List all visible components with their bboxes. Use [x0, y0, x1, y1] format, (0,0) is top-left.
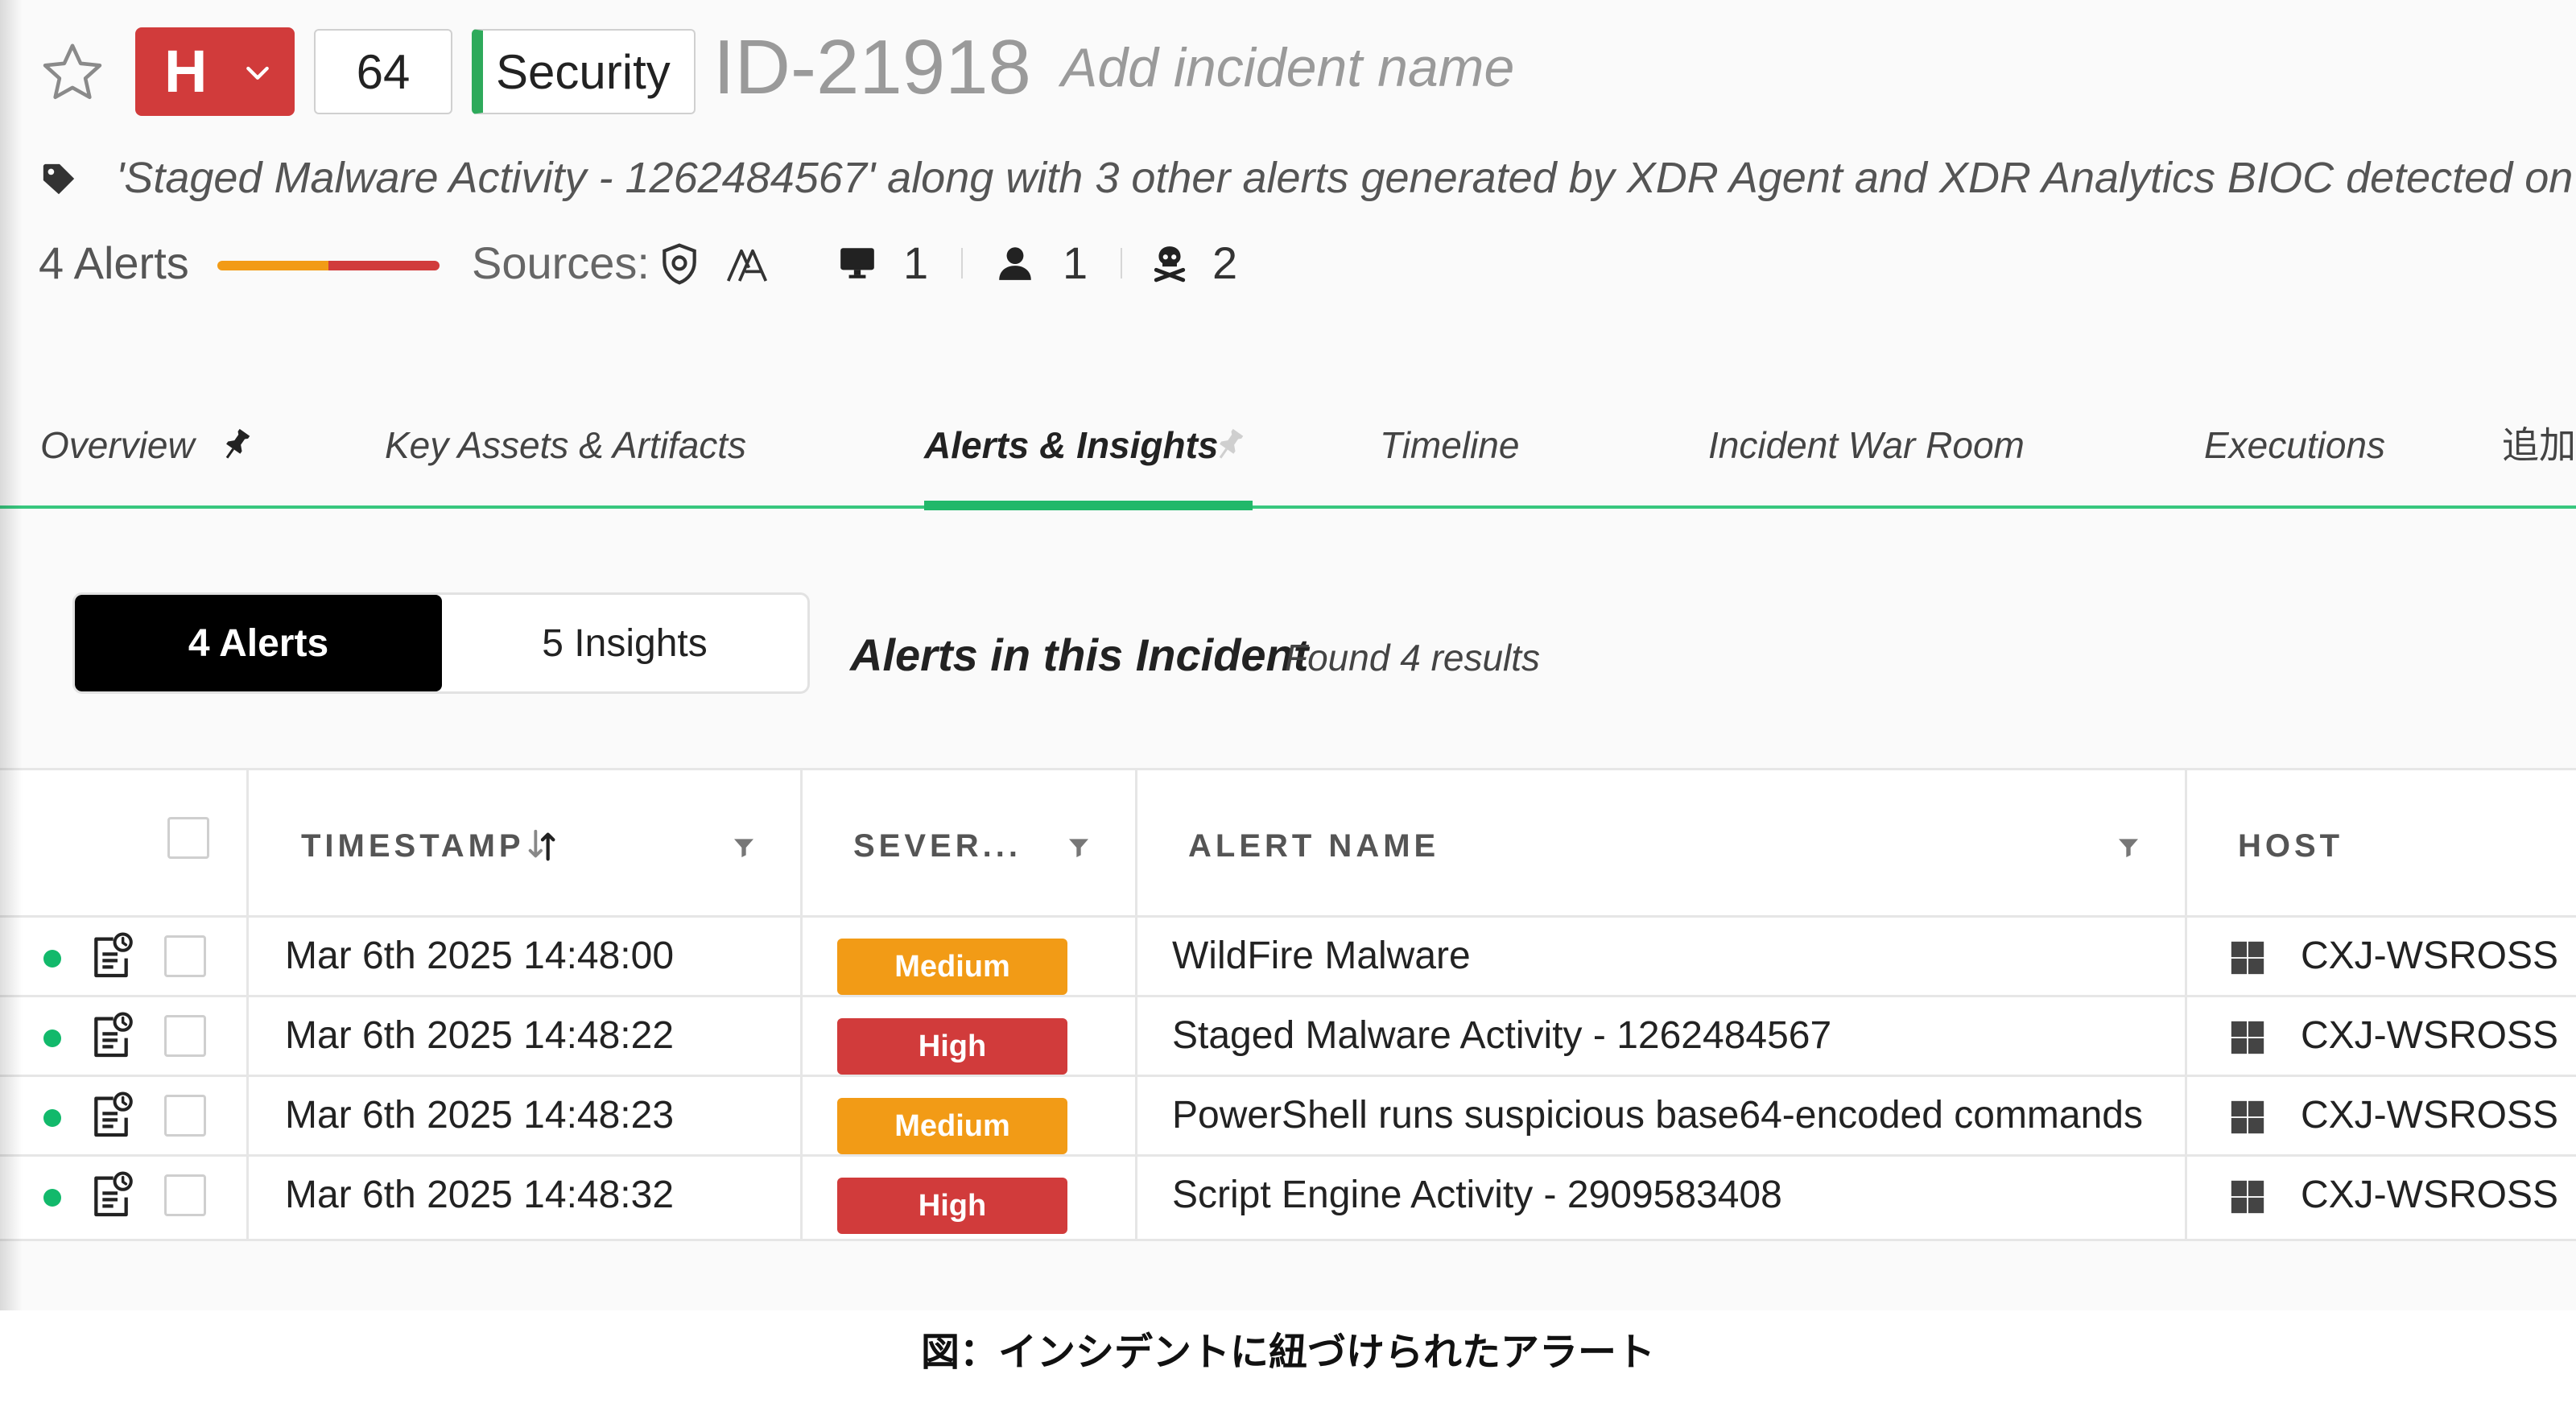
- incident-score[interactable]: 64: [314, 29, 452, 114]
- tabs-divider: [0, 505, 2576, 509]
- insights-toggle-button[interactable]: 5 Insights: [442, 595, 807, 691]
- incident-type[interactable]: Security: [472, 29, 696, 114]
- incident-name-input[interactable]: Add incident name: [1061, 35, 1514, 100]
- filter-icon[interactable]: [1066, 835, 1092, 860]
- malware-count: 2: [1212, 237, 1238, 288]
- table-row[interactable]: Mar 6th 2025 14:48:32 High Script Engine…: [0, 1157, 2576, 1234]
- section-title: Alerts in this Incident: [850, 629, 1309, 680]
- row-checkbox[interactable]: [164, 1095, 206, 1137]
- users-count: 1: [1063, 237, 1088, 288]
- column-header-severity[interactable]: SEVER...: [853, 823, 1022, 869]
- pin-icon[interactable]: [1211, 427, 1248, 464]
- severity-badge: High: [837, 1178, 1067, 1234]
- skull-crossbones-icon: [1154, 246, 1186, 283]
- severity-letter: H: [164, 38, 208, 105]
- figure-caption: 図：インシデントに紐づけられたアラート: [920, 1330, 1655, 1375]
- favorite-star-icon[interactable]: [39, 39, 106, 106]
- xdr-agent-shield-icon: [663, 243, 696, 285]
- tag-icon: [43, 163, 75, 195]
- alert-name-cell[interactable]: Staged Malware Activity - 1262484567: [1172, 1009, 1831, 1063]
- tab-executions[interactable]: Executions: [2204, 415, 2385, 475]
- tab-war-room[interactable]: Incident War Room: [1708, 415, 2025, 475]
- chevron-down-icon: [246, 66, 269, 80]
- status-dot: [43, 1109, 61, 1127]
- hosts-count: 1: [903, 237, 929, 288]
- incident-page: H 64 Security ID-21918 Add incident name…: [0, 0, 2576, 1310]
- active-tab-indicator: [924, 501, 1253, 510]
- timestamp-cell: Mar 6th 2025 14:48:22: [285, 1014, 675, 1057]
- host-cell[interactable]: CXJ-WSROSS: [2301, 1088, 2558, 1143]
- tab-key-assets[interactable]: Key Assets & Artifacts: [385, 415, 746, 475]
- tab-add[interactable]: 追加: [2502, 415, 2576, 475]
- alert-details-icon[interactable]: [85, 1010, 137, 1062]
- alerts-table: TIMESTAMP SEVER... ALERT NAME HOST Mar 6…: [0, 768, 2576, 1241]
- host-cell[interactable]: CXJ-WSROSS: [2301, 1168, 2558, 1223]
- sources-label: Sources:: [472, 237, 650, 288]
- table-row[interactable]: Mar 6th 2025 14:48:00 Medium WildFire Ma…: [0, 918, 2576, 995]
- user-icon: [999, 247, 1031, 280]
- alert-name-cell[interactable]: WildFire Malware: [1172, 929, 1471, 984]
- timestamp-cell: Mar 6th 2025 14:48:23: [285, 1094, 675, 1137]
- timestamp-cell: Mar 6th 2025 14:48:00: [285, 935, 675, 977]
- severity-badge: Medium: [837, 939, 1067, 995]
- table-row[interactable]: Mar 6th 2025 14:48:23 Medium PowerShell …: [0, 1077, 2576, 1154]
- results-count: Found 4 results: [1285, 637, 1541, 679]
- column-header-timestamp[interactable]: TIMESTAMP: [301, 823, 525, 869]
- alert-details-icon[interactable]: [85, 1090, 137, 1141]
- table-row[interactable]: Mar 6th 2025 14:48:22 High Staged Malwar…: [0, 997, 2576, 1075]
- windows-icon: [2231, 1180, 2264, 1214]
- incident-description: 'Staged Malware Activity - 1262484567' a…: [116, 154, 2576, 202]
- timestamp-cell: Mar 6th 2025 14:48:32: [285, 1174, 675, 1216]
- xdr-analytics-icon: [726, 249, 768, 282]
- alert-details-icon[interactable]: [85, 930, 137, 982]
- row-checkbox[interactable]: [164, 935, 206, 977]
- row-checkbox[interactable]: [164, 1174, 206, 1216]
- alert-name-cell[interactable]: Script Engine Activity - 2909583408: [1172, 1168, 1782, 1223]
- select-all-checkbox[interactable]: [167, 817, 209, 859]
- column-header-alert-name[interactable]: ALERT NAME: [1188, 823, 1439, 869]
- incident-id: ID-21918: [713, 24, 1031, 110]
- stat-divider: [961, 248, 963, 279]
- filter-icon[interactable]: [2116, 835, 2141, 860]
- column-header-host[interactable]: HOST: [2238, 823, 2343, 869]
- row-checkbox[interactable]: [164, 1015, 206, 1057]
- alert-name-cell[interactable]: PowerShell runs suspicious base64-encode…: [1172, 1088, 2143, 1143]
- tab-alerts-insights[interactable]: Alerts & Insights: [924, 415, 1219, 475]
- pin-icon[interactable]: [217, 427, 254, 464]
- status-dot: [43, 1029, 61, 1047]
- windows-icon: [2231, 1100, 2264, 1134]
- alerts-toggle-button[interactable]: 4 Alerts: [75, 595, 442, 691]
- sort-arrows-icon[interactable]: [523, 827, 560, 864]
- alert-details-icon[interactable]: [85, 1170, 137, 1221]
- severity-badge: High: [837, 1018, 1067, 1075]
- host-cell[interactable]: CXJ-WSROSS: [2301, 929, 2558, 984]
- status-dot: [43, 950, 61, 968]
- windows-icon: [2231, 1021, 2264, 1054]
- alerts-insights-toggle: 4 Alerts 5 Insights: [72, 592, 810, 694]
- severity-badge: Medium: [837, 1098, 1067, 1154]
- tab-overview[interactable]: Overview: [40, 415, 195, 475]
- stat-divider: [1121, 248, 1122, 279]
- host-monitor-icon: [840, 248, 874, 279]
- severity-dropdown[interactable]: H: [135, 27, 295, 116]
- alerts-count: 4 Alerts: [39, 237, 189, 288]
- alert-severity-bar: [217, 261, 440, 270]
- tab-timeline[interactable]: Timeline: [1380, 415, 1519, 475]
- windows-icon: [2231, 941, 2264, 975]
- status-dot: [43, 1189, 61, 1207]
- filter-icon[interactable]: [731, 835, 757, 860]
- host-cell[interactable]: CXJ-WSROSS: [2301, 1009, 2558, 1063]
